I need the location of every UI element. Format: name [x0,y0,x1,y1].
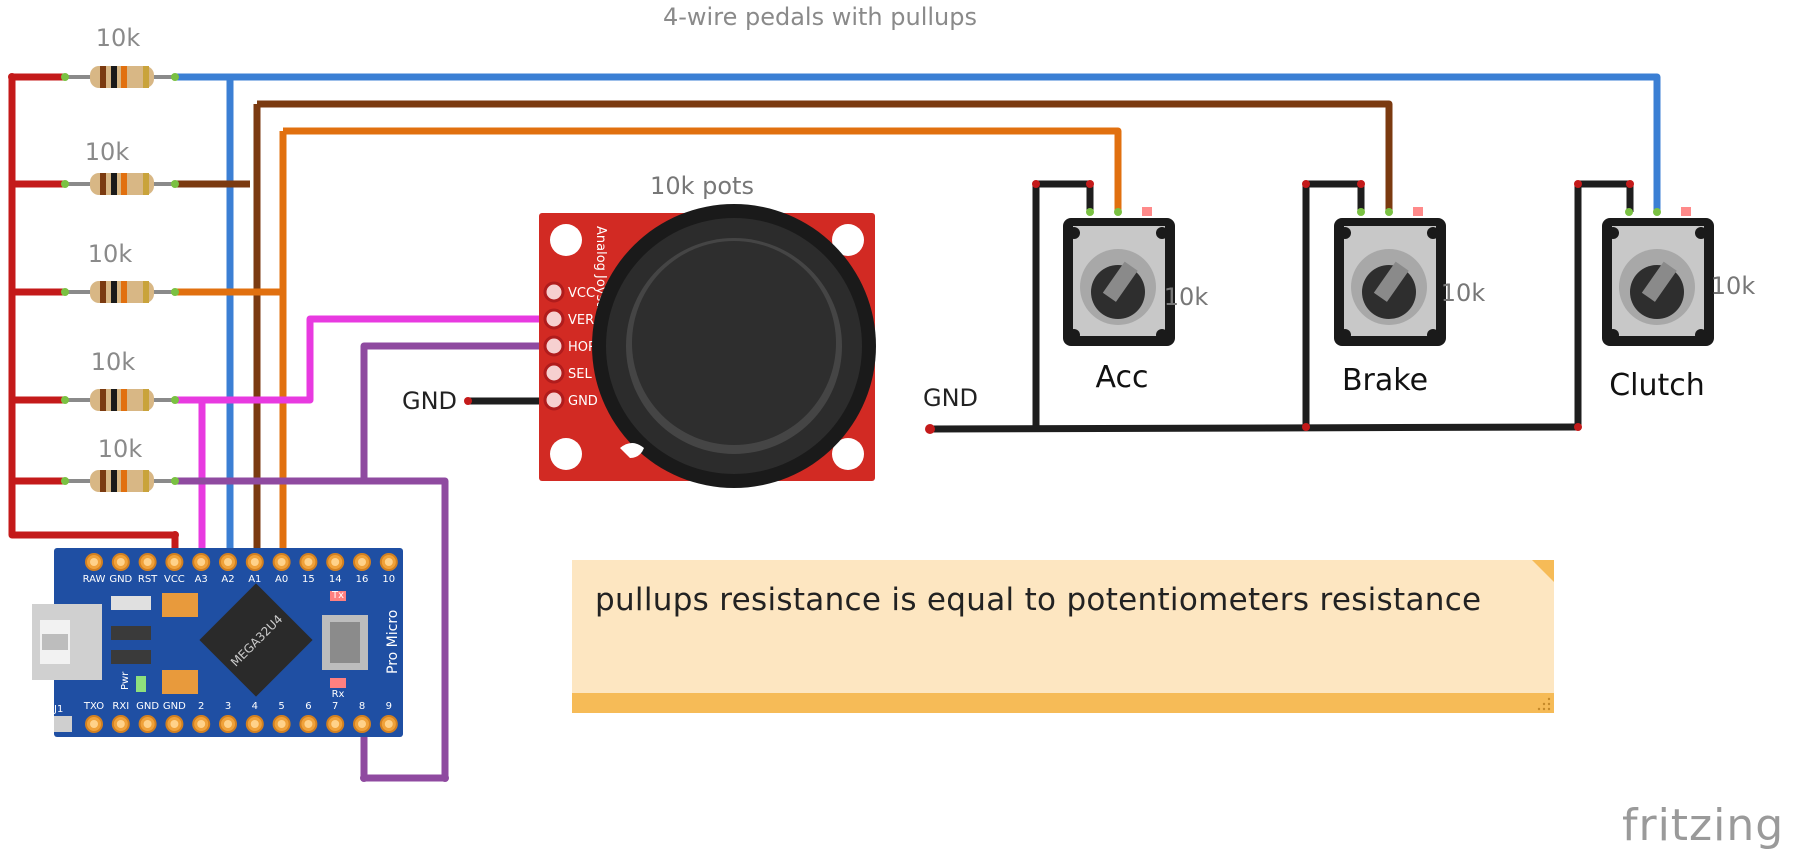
pedal-value: 10k [1711,272,1756,300]
pin-label: RXI [112,701,129,712]
resistor-label: 10k [91,348,136,376]
pin-label: 8 [359,701,365,712]
pin-label: 2 [198,701,204,712]
pin-label: GND [136,701,159,712]
resistor-label: 10k [85,138,130,166]
potentiometer-acc[interactable]: Acc 10k [1063,207,1208,395]
resistor-label: 10k [88,240,133,268]
resistor-label: 10k [98,435,143,463]
mounting-hole [550,438,582,470]
pin-label: A2 [221,574,234,585]
pedal-name: Clutch [1609,368,1705,403]
resistor[interactable]: 10k [61,240,179,303]
resistor-label: 10k [96,24,141,52]
joystick-pin[interactable]: HOR [543,335,597,357]
pin-label: 10 [382,574,395,585]
rx-label: Rx [332,689,345,700]
pin-label: 15 [302,574,315,585]
pedal-name: Brake [1342,363,1428,398]
pin-label: A3 [195,574,208,585]
pin-label: 5 [278,701,284,712]
pin-label: 7 [332,701,338,712]
pin-label: 4 [252,701,258,712]
mounting-hole [550,224,582,256]
pin-label: A0 [275,574,288,585]
joystick-caption: 10k pots [650,172,754,200]
joystick-pin-label: SEL [568,367,592,382]
pin-label: GND [109,574,132,585]
pedal-value: 10k [1164,283,1209,311]
pin-label: GND [163,701,186,712]
note-footer-bar [572,693,1554,713]
joystick-pin[interactable]: VER [543,308,594,330]
note-fold [1532,560,1554,582]
board-name: Pro Micro [385,610,401,674]
pin-label: TXO [83,701,104,712]
pro-micro-board[interactable]: MEGA32U4 Tx Rx Pwr J1 Pro Micro RAW GND RS… [32,548,403,737]
pin-label: 16 [356,574,369,585]
pin-label: VCC [164,574,185,585]
pin-label: RAW [83,574,106,585]
resistor[interactable]: 10k [61,348,179,411]
pin-label: 9 [386,701,392,712]
joystick-pin-label: GND [568,394,598,409]
potentiometer-brake[interactable]: Brake 10k [1334,207,1485,398]
pin-label: 3 [225,701,231,712]
fritzing-logo: fritzing [1622,800,1785,851]
pin-label: RST [138,574,158,585]
pwr-label: Pwr [120,671,131,690]
joystick-pin[interactable]: VCC [543,281,595,303]
pedal-value: 10k [1441,279,1486,307]
joystick-pin-label: VER [568,313,594,328]
circuit-diagram: 4-wire pedals with pullups 10k 10k 10k 10k 1… [8,3,1755,782]
tx-label: Tx [331,590,344,601]
resistor[interactable]: 10k [61,24,179,88]
resize-grip-icon[interactable] [1537,697,1551,711]
joystick-module[interactable]: 10k pots Analog Joystick VCCVERHORSELGND… [402,172,876,488]
pwr-led [136,676,146,692]
diagram-title: 4-wire pedals with pullups [663,3,977,31]
resistor[interactable]: 10k [61,138,179,195]
joystick-knob[interactable] [632,241,836,445]
joystick-pin[interactable]: SEL [543,362,592,384]
joystick-gnd-label: GND [402,387,457,415]
pedal-gnd-label: GND [923,384,978,412]
j1-label: J1 [53,704,63,715]
joystick-pin-label: VCC [568,286,595,301]
potentiometer-clutch[interactable]: Clutch 10k [1602,207,1755,403]
pin-label: 6 [305,701,311,712]
pedal-name: Acc [1096,360,1149,395]
resistor[interactable]: 10k [61,435,179,492]
pin-label: 14 [329,574,342,585]
note-text: pullups resistance is equal to potentiom… [595,582,1482,618]
joystick-pin[interactable]: GND [543,389,598,411]
pin-label: A1 [248,574,261,585]
note-box: pullups resistance is equal to potentiom… [572,560,1554,713]
